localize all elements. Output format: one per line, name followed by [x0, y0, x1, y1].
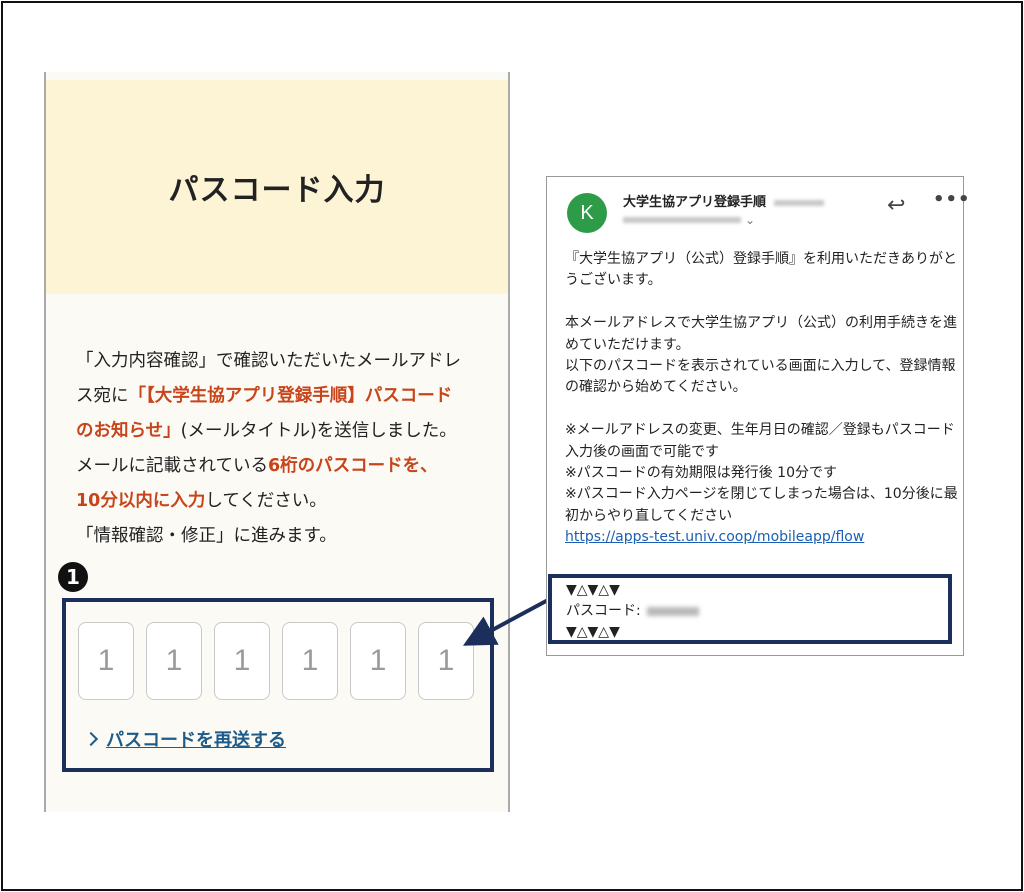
sender-avatar: K — [567, 193, 607, 233]
instructions-line: メールに記載されている6桁のパスコードを、 — [76, 456, 438, 476]
page-header: パスコード入力 — [46, 80, 508, 294]
chevron-right-icon — [83, 731, 99, 747]
email-link[interactable]: https://apps-test.univ.coop/mobileapp/fl… — [565, 529, 864, 545]
resend-passcode-link[interactable]: パスコードを再送する — [83, 726, 286, 752]
passcode-digit-1[interactable]: 1 — [78, 622, 134, 700]
instructions-line: 「入力内容確認」で確認いただいたメールアドレ — [76, 351, 461, 371]
redacted-recipient — [623, 217, 741, 223]
instructions-text: 「入力内容確認」で確認いただいたメールアドレ ス宛に「【大学生協アプリ登録手順】… — [76, 344, 496, 554]
email-recipient[interactable]: ⌄ — [623, 213, 755, 227]
email-body: 『大学生協アプリ（公式）登録手順』を利用いただきありがとうございます。 本メール… — [565, 249, 959, 549]
email-paragraph: 本メールアドレスで大学生協アプリ（公式）の利用手続きを進めていただけます。 以下… — [565, 315, 957, 396]
passcode-digit-4[interactable]: 1 — [282, 622, 338, 700]
reply-icon[interactable]: ↩ — [887, 193, 905, 218]
redacted-timestamp — [774, 199, 825, 206]
email-passcode-highlight-box: ▼△▼△▼ パスコード: ▼△▼△▼ — [548, 574, 952, 644]
passcode-digit-3[interactable]: 1 — [214, 622, 270, 700]
step-number-badge: 1 — [58, 562, 88, 592]
email-notes: ※メールアドレスの変更、生年月日の確認／登録もパスコード入力後の画面で可能です … — [565, 422, 958, 546]
instructions-line: 「情報確認・修正」に進みます。 — [76, 526, 337, 546]
resend-passcode-label: パスコードを再送する — [106, 730, 286, 751]
email-passcode-block: ▼△▼△▼ パスコード: ▼△▼△▼ — [566, 580, 699, 643]
passcode-digit-2[interactable]: 1 — [146, 622, 202, 700]
passcode-digit-5[interactable]: 1 — [350, 622, 406, 700]
chevron-down-icon: ⌄ — [745, 213, 756, 227]
page-title: パスコード入力 — [168, 173, 386, 208]
email-paragraph: 『大学生協アプリ（公式）登録手順』を利用いただきありがとうございます。 — [565, 251, 957, 289]
passcode-digit-6[interactable]: 1 — [418, 622, 474, 700]
passcode-marker-bottom: ▼△▼△▼ — [566, 624, 620, 640]
passcode-marker-top: ▼△▼△▼ — [566, 582, 620, 598]
passcode-input-row: 1 1 1 1 1 1 — [78, 622, 474, 700]
more-icon[interactable]: ••• — [933, 189, 971, 210]
instructions-line: のお知らせ」(メールタイトル)を送信しました。 — [76, 421, 457, 441]
instructions-line: ス宛に「【大学生協アプリ登録手順】パスコード — [76, 386, 453, 406]
instructions-line: 10分以内に入力してください。 — [76, 491, 327, 511]
passcode-line: パスコード: — [566, 601, 699, 622]
redacted-passcode — [646, 606, 699, 616]
email-sender: 大学生協アプリ登録手順 — [623, 191, 825, 210]
